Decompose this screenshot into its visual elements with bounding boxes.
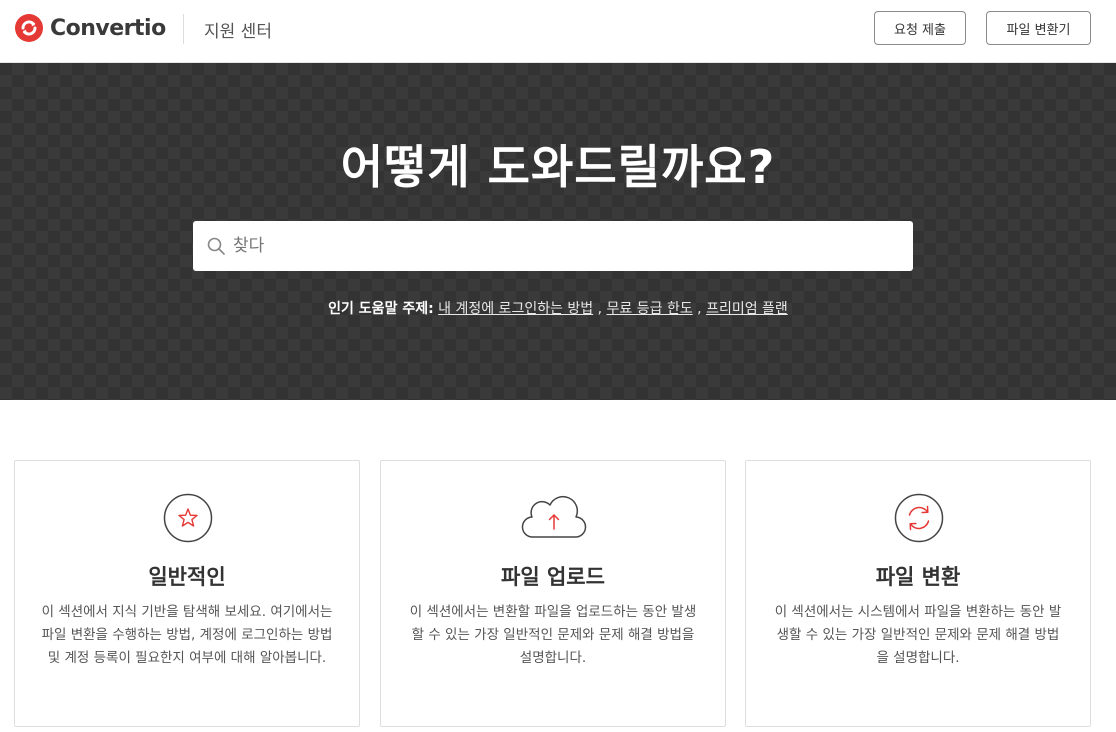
card-title: 파일 변환 xyxy=(875,565,961,589)
submit-request-button[interactable]: 요청 제출 xyxy=(874,11,966,45)
card-title: 일반적인 xyxy=(148,565,226,589)
card-description: 이 섹션에서는 변환할 파일을 업로드하는 동안 발생할 수 있는 가장 일반적… xyxy=(409,604,697,666)
category-card-file-upload[interactable]: 파일 업로드 이 섹션에서는 변환할 파일을 업로드하는 동안 발생할 수 있는… xyxy=(380,460,726,727)
file-converter-button[interactable]: 파일 변환기 xyxy=(986,11,1091,45)
convertio-logo-icon xyxy=(15,14,43,42)
popular-separator: , xyxy=(697,301,702,317)
top-header: Convertio 지원 센터 요청 제출 파일 변환기 xyxy=(0,0,1116,63)
logo-text: Convertio xyxy=(50,15,166,41)
card-description: 이 섹션에서 지식 기반을 탐색해 보세요. 여기에서는 파일 변환을 수행하는… xyxy=(41,604,333,666)
convert-arrows-icon xyxy=(894,493,944,543)
card-description: 이 섹션에서는 시스템에서 파일을 변환하는 동안 발생할 수 있는 가장 일반… xyxy=(774,604,1062,666)
hero-section: 어떻게 도와드릴까요? 인기 도움말 주제: 내 계정에 로그인하는 방법 , … xyxy=(0,63,1116,400)
popular-link-login[interactable]: 내 계정에 로그인하는 방법 xyxy=(438,301,593,317)
popular-link-premium[interactable]: 프리미엄 플랜 xyxy=(706,301,788,317)
popular-link-free-tier[interactable]: 무료 등급 한도 xyxy=(607,301,693,317)
popular-separator: , xyxy=(597,301,603,317)
popular-topics: 인기 도움말 주제: 내 계정에 로그인하는 방법 , 무료 등급 한도 , 프… xyxy=(0,298,1116,318)
category-card-file-conversion[interactable]: 파일 변환 이 섹션에서는 시스템에서 파일을 변환하는 동안 발생할 수 있는… xyxy=(745,460,1091,727)
star-icon xyxy=(163,493,213,543)
search-input[interactable] xyxy=(233,221,903,271)
card-title: 파일 업로드 xyxy=(501,565,605,589)
search-icon xyxy=(207,237,225,255)
search-box xyxy=(193,221,913,271)
hero-title: 어떻게 도와드릴까요? xyxy=(340,140,776,194)
category-card-general[interactable]: 일반적인 이 섹션에서 지식 기반을 탐색해 보세요. 여기에서는 파일 변환을… xyxy=(14,460,360,727)
header-divider xyxy=(183,14,184,44)
convertio-logo[interactable]: Convertio xyxy=(14,12,166,44)
popular-topics-label: 인기 도움말 주제: xyxy=(328,301,434,317)
cloud-upload-icon xyxy=(521,495,587,538)
support-center-link[interactable]: 지원 센터 xyxy=(204,17,272,42)
